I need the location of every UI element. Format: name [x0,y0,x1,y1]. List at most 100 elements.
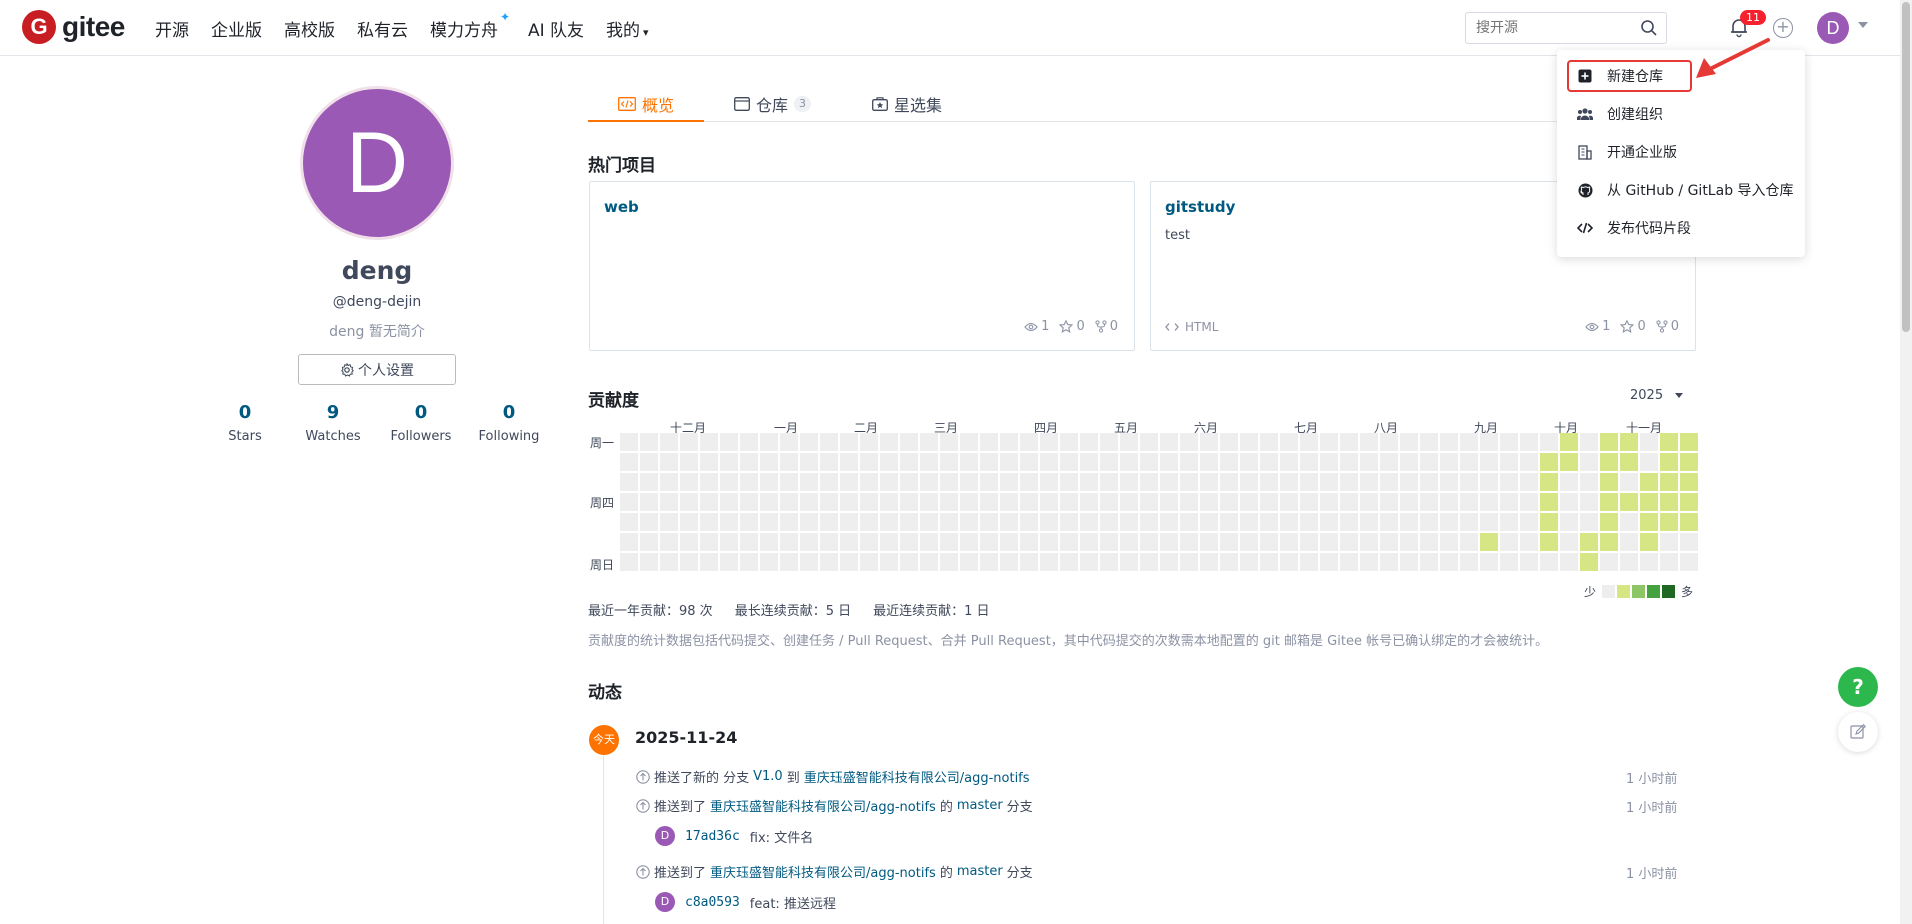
contribution-cell[interactable] [1560,513,1578,531]
contribution-cell[interactable] [1080,473,1098,491]
contribution-cell[interactable] [760,433,778,451]
contribution-cell[interactable] [1680,513,1698,531]
contribution-cell[interactable] [920,493,938,511]
repo-link[interactable]: 重庆珏盛智能科技有限公司/agg-notifs [804,767,1030,786]
contribution-cell[interactable] [1320,453,1338,471]
contribution-cell[interactable] [1500,533,1518,551]
contribution-cell[interactable] [1500,553,1518,571]
contribution-cell[interactable] [660,453,678,471]
contribution-cell[interactable] [880,473,898,491]
branch-link[interactable]: master [957,864,1003,879]
contribution-cell[interactable] [1540,533,1558,551]
contribution-cell[interactable] [660,433,678,451]
contribution-cell[interactable] [760,513,778,531]
contribution-cell[interactable] [1380,553,1398,571]
scrollbar-thumb[interactable] [1902,2,1910,332]
contribution-cell[interactable] [1480,493,1498,511]
contribution-cell[interactable] [940,453,958,471]
contribution-cell[interactable] [1660,433,1678,451]
contribution-cell[interactable] [920,473,938,491]
nav-private-cloud[interactable]: 私有云 [357,16,408,41]
contribution-cell[interactable] [960,493,978,511]
contribution-cell[interactable] [640,513,658,531]
contribution-cell[interactable] [880,493,898,511]
contribution-cell[interactable] [1020,453,1038,471]
contribution-cell[interactable] [1040,433,1058,451]
contribution-cell[interactable] [1060,533,1078,551]
contribution-cell[interactable] [860,453,878,471]
contribution-cell[interactable] [1240,493,1258,511]
contribution-cell[interactable] [800,453,818,471]
contribution-cell[interactable] [1320,533,1338,551]
contribution-cell[interactable] [900,533,918,551]
contribution-cell[interactable] [1680,433,1698,451]
contribution-cell[interactable] [800,553,818,571]
contribution-cell[interactable] [940,513,958,531]
contribution-cell[interactable] [900,433,918,451]
contribution-cell[interactable] [1460,493,1478,511]
contribution-cell[interactable] [1600,553,1618,571]
contribution-cell[interactable] [1340,533,1358,551]
contribution-cell[interactable] [780,553,798,571]
contribution-cell[interactable] [740,453,758,471]
contribution-cell[interactable] [1440,433,1458,451]
contribution-cell[interactable] [760,493,778,511]
create-plus-icon[interactable]: + [1773,18,1793,38]
contribution-cell[interactable] [1040,533,1058,551]
contribution-cell[interactable] [1240,533,1258,551]
contribution-cell[interactable] [1680,493,1698,511]
contribution-cell[interactable] [1220,473,1238,491]
stat-watches[interactable]: 9 Watches [289,402,377,444]
contribution-cell[interactable] [960,473,978,491]
contribution-cell[interactable] [1640,493,1658,511]
contribution-cell[interactable] [1280,453,1298,471]
contribution-cell[interactable] [1360,433,1378,451]
contribution-cell[interactable] [640,433,658,451]
contribution-cell[interactable] [920,453,938,471]
contribution-cell[interactable] [1120,533,1138,551]
contribution-cell[interactable] [1600,473,1618,491]
contribution-cell[interactable] [680,493,698,511]
contribution-cell[interactable] [900,473,918,491]
contribution-cell[interactable] [780,513,798,531]
contribution-cell[interactable] [1300,473,1318,491]
contribution-cell[interactable] [820,453,838,471]
contribution-cell[interactable] [1500,513,1518,531]
contribution-cell[interactable] [1540,493,1558,511]
contribution-cell[interactable] [1200,513,1218,531]
contribution-cell[interactable] [660,533,678,551]
contribution-cell[interactable] [1080,433,1098,451]
contribution-cell[interactable] [1480,433,1498,451]
contribution-cell[interactable] [1420,473,1438,491]
contribution-cell[interactable] [880,453,898,471]
contribution-cell[interactable] [1300,453,1318,471]
contribution-cell[interactable] [660,493,678,511]
contribution-cell[interactable] [660,473,678,491]
contribution-cell[interactable] [1520,453,1538,471]
contribution-cell[interactable] [1600,513,1618,531]
contribution-cell[interactable] [1040,473,1058,491]
contribution-cell[interactable] [1520,513,1538,531]
contribution-cell[interactable] [1100,473,1118,491]
contribution-cell[interactable] [1560,433,1578,451]
contribution-cell[interactable] [1580,513,1598,531]
contribution-cell[interactable] [1200,433,1218,451]
contribution-cell[interactable] [1160,493,1178,511]
branch-link[interactable]: V1.0 [753,769,783,784]
contribution-cell[interactable] [740,473,758,491]
project-name-link[interactable]: gitstudy [1165,198,1235,216]
contribution-cell[interactable] [1240,433,1258,451]
contribution-cell[interactable] [1540,473,1558,491]
contribution-cell[interactable] [1100,453,1118,471]
nav-mine[interactable]: 我的 ▾ [606,16,649,41]
contribution-cell[interactable] [720,533,738,551]
contribution-cell[interactable] [1000,453,1018,471]
contribution-cell[interactable] [1140,433,1158,451]
contribution-cell[interactable] [840,533,858,551]
contribution-cell[interactable] [1620,493,1638,511]
contribution-cell[interactable] [1180,433,1198,451]
contribution-cell[interactable] [1400,473,1418,491]
contribution-cell[interactable] [860,553,878,571]
contribution-cell[interactable] [1560,473,1578,491]
contribution-cell[interactable] [980,453,998,471]
